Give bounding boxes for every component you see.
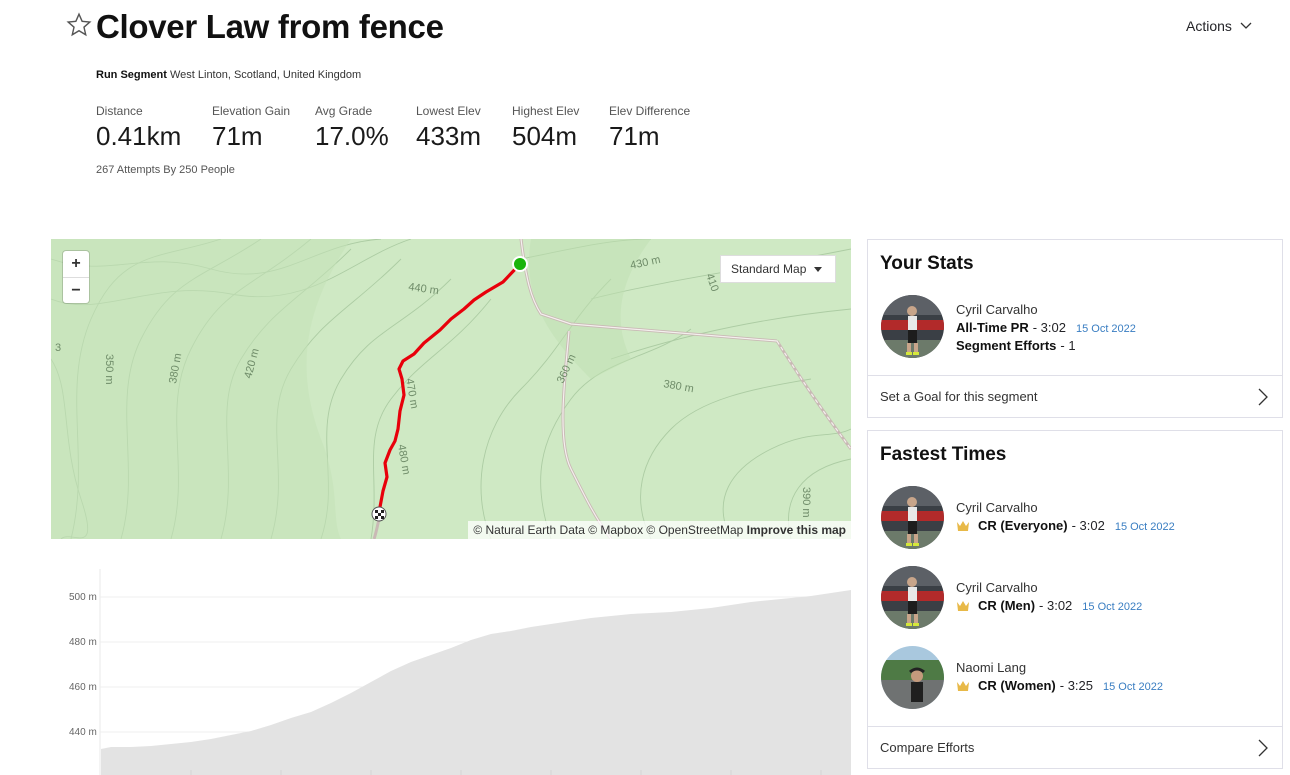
contour-label: 440 m bbox=[408, 281, 440, 297]
effort-time[interactable]: - 3:02 bbox=[1072, 518, 1105, 533]
stat-value: 17.0% bbox=[315, 121, 389, 151]
athlete-name[interactable]: Cyril Carvalho bbox=[956, 500, 1038, 515]
athlete-name[interactable]: Cyril Carvalho bbox=[956, 580, 1038, 595]
stat-label: Elevation Gain bbox=[212, 104, 291, 118]
attempts-count: 267 Attempts By 250 People bbox=[96, 164, 235, 176]
contour-label: 470 m bbox=[403, 377, 420, 409]
effort-time[interactable]: - 3:02 bbox=[1039, 598, 1072, 613]
contour-label: 390 m bbox=[800, 487, 812, 518]
effort-date[interactable]: 15 Oct 2022 bbox=[1115, 521, 1175, 533]
effort-time[interactable]: - 3:25 bbox=[1060, 678, 1093, 693]
pr-label: All-Time PR bbox=[956, 320, 1029, 335]
actions-menu[interactable]: Actions bbox=[1186, 18, 1252, 34]
pr-date[interactable]: 15 Oct 2022 bbox=[1076, 323, 1136, 335]
contour-label: 480 m bbox=[395, 443, 412, 475]
efforts-row: Segment Efforts - 1 bbox=[956, 338, 1076, 353]
improve-map-link[interactable]: Improve this map bbox=[747, 523, 846, 537]
stat-distance: Distance 0.41km bbox=[96, 104, 181, 152]
leaderboard-row: CR (Women) - 3:25 15 Oct 2022 bbox=[956, 678, 1163, 693]
segment-location: West Linton, Scotland, United Kingdom bbox=[169, 69, 362, 81]
chevron-right-icon bbox=[1258, 388, 1268, 405]
avatar[interactable] bbox=[881, 486, 944, 549]
compare-efforts-button[interactable]: Compare Efforts bbox=[868, 726, 1282, 768]
pr-row: All-Time PR - 3:02 15 Oct 2022 bbox=[956, 320, 1136, 335]
stat-value: 504m bbox=[512, 121, 578, 151]
chevron-right-icon bbox=[1258, 739, 1268, 756]
chevron-down-icon bbox=[1240, 22, 1252, 29]
category-label: CR (Men) bbox=[978, 598, 1036, 613]
map-type-label: Standard Map bbox=[731, 262, 807, 276]
zoom-in-button[interactable]: + bbox=[63, 251, 89, 277]
category-label: CR (Women) bbox=[978, 678, 1056, 693]
your-stats-card: Your Stats Cyril Carvalho All-Time PR - … bbox=[867, 239, 1283, 418]
page-title: Clover Law from fence bbox=[96, 8, 444, 45]
efforts-label: Segment Efforts bbox=[956, 338, 1057, 353]
avatar[interactable] bbox=[881, 566, 944, 629]
stat-value: 71m bbox=[212, 121, 263, 151]
elevation-profile[interactable]: 500 m 480 m 460 m 440 m bbox=[51, 565, 851, 775]
y-tick-label: 480 m bbox=[69, 637, 97, 648]
map-zoom-controls: + − bbox=[63, 251, 89, 303]
effort-date[interactable]: 15 Oct 2022 bbox=[1103, 681, 1163, 693]
stat-avg-grade: Avg Grade 17.0% bbox=[315, 104, 389, 152]
segment-map[interactable]: 430 m 440 m 410 350 m 380 m 420 m 470 m … bbox=[51, 239, 851, 539]
stat-lowest-elev: Lowest Elev 433m bbox=[416, 104, 481, 152]
stat-label: Avg Grade bbox=[315, 104, 373, 118]
segment-subtitle: Run Segment West Linton, Scotland, Unite… bbox=[96, 69, 361, 81]
set-goal-label: Set a Goal for this segment bbox=[880, 389, 1038, 404]
caret-down-icon bbox=[814, 266, 823, 272]
stat-value: 433m bbox=[416, 121, 482, 151]
athlete-name[interactable]: Naomi Lang bbox=[956, 660, 1026, 675]
stat-value: 71m bbox=[609, 121, 660, 151]
contour-label: 380 m bbox=[662, 378, 694, 395]
athlete-name[interactable]: Cyril Carvalho bbox=[956, 302, 1038, 317]
stat-value: 0.41km bbox=[96, 121, 182, 151]
crown-icon bbox=[957, 600, 969, 611]
map-canvas: 430 m 440 m 410 350 m 380 m 420 m 470 m … bbox=[51, 239, 851, 539]
set-goal-button[interactable]: Set a Goal for this segment bbox=[868, 375, 1282, 417]
contour-label: 360 m bbox=[555, 352, 579, 385]
fastest-times-card: Fastest Times Cyril Carvalho CR (Everyon… bbox=[867, 430, 1283, 769]
route-start-marker bbox=[512, 256, 528, 272]
leaderboard-row: CR (Men) - 3:02 15 Oct 2022 bbox=[956, 598, 1142, 613]
y-tick-label: 460 m bbox=[69, 682, 97, 693]
contour-label: 350 m bbox=[103, 354, 115, 385]
your-stats-title: Your Stats bbox=[880, 253, 974, 274]
stat-elevation-gain: Elevation Gain 71m bbox=[212, 104, 290, 152]
segment-type: Run Segment bbox=[96, 69, 167, 81]
stat-label: Elev Difference bbox=[609, 104, 691, 118]
avatar[interactable] bbox=[881, 295, 944, 358]
category-label: CR (Everyone) bbox=[978, 518, 1068, 533]
stat-highest-elev: Highest Elev 504m bbox=[512, 104, 579, 152]
actions-label: Actions bbox=[1186, 18, 1232, 34]
contour-label: 410 bbox=[703, 272, 721, 293]
contour-label: 3 bbox=[55, 342, 61, 354]
stat-elev-difference: Elev Difference 71m bbox=[609, 104, 690, 152]
star-icon[interactable] bbox=[66, 12, 92, 38]
route-finish-marker bbox=[371, 506, 387, 522]
stat-label: Highest Elev bbox=[512, 104, 580, 118]
efforts-count: - 1 bbox=[1060, 338, 1076, 353]
map-attribution: © Natural Earth Data © Mapbox © OpenStre… bbox=[468, 521, 851, 539]
y-tick-label: 500 m bbox=[69, 592, 97, 603]
pr-time[interactable]: - 3:02 bbox=[1033, 320, 1066, 335]
crown-icon bbox=[957, 680, 969, 691]
fastest-times-title: Fastest Times bbox=[880, 444, 1007, 465]
crown-icon bbox=[957, 520, 969, 531]
stat-label: Lowest Elev bbox=[416, 104, 481, 118]
effort-date[interactable]: 15 Oct 2022 bbox=[1082, 601, 1142, 613]
compare-efforts-label: Compare Efforts bbox=[880, 740, 975, 755]
attribution-text: © Natural Earth Data © Mapbox © OpenStre… bbox=[473, 523, 744, 537]
leaderboard-row: CR (Everyone) - 3:02 15 Oct 2022 bbox=[956, 518, 1175, 533]
stat-label: Distance bbox=[96, 104, 143, 118]
y-tick-label: 440 m bbox=[69, 727, 97, 738]
zoom-out-button[interactable]: − bbox=[63, 277, 89, 303]
avatar[interactable] bbox=[881, 646, 944, 709]
map-type-select[interactable]: Standard Map bbox=[720, 255, 836, 283]
